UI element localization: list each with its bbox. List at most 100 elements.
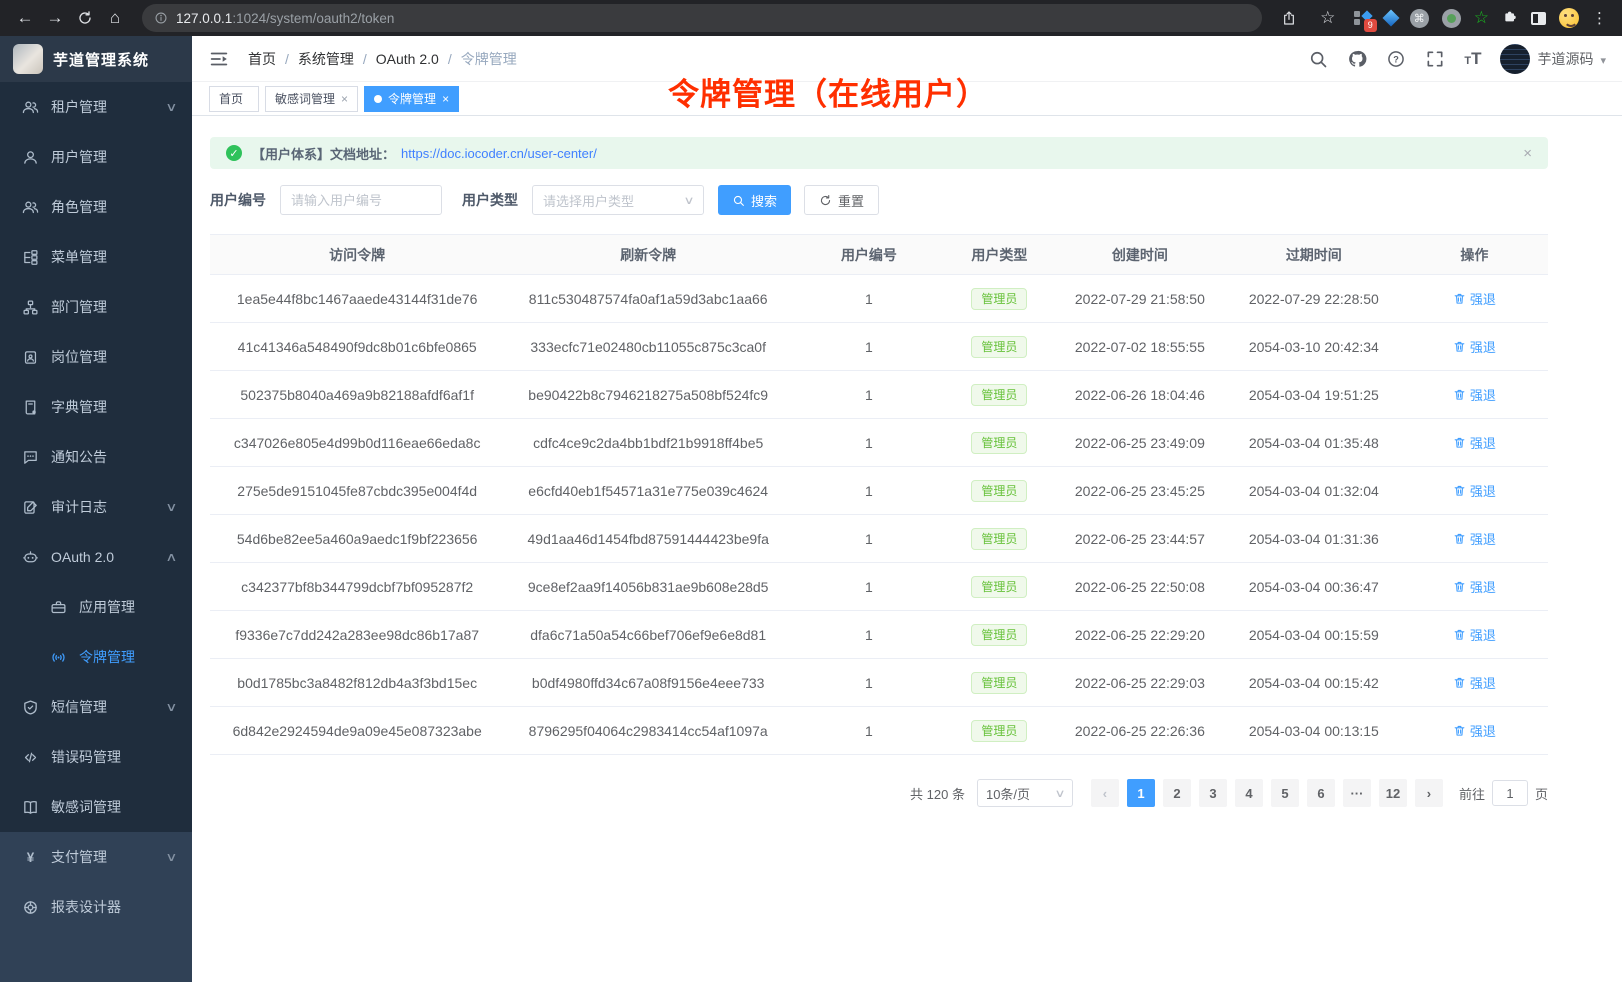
force-logout-button[interactable]: 强退 bbox=[1453, 289, 1496, 308]
search-button[interactable]: 搜索 bbox=[718, 185, 791, 215]
breadcrumb-item[interactable]: 首页 bbox=[248, 49, 276, 69]
sidebar-item-org[interactable]: 部门管理 bbox=[0, 282, 192, 332]
extension-diamond-icon[interactable] bbox=[1382, 10, 1399, 27]
search-icon[interactable] bbox=[1308, 49, 1328, 69]
force-logout-button[interactable]: 强退 bbox=[1453, 721, 1496, 740]
page-button-2[interactable]: 2 bbox=[1163, 779, 1191, 807]
user-avatar[interactable] bbox=[1500, 44, 1530, 74]
sidebar-item-oauth[interactable]: OAuth 2.0 ∧ bbox=[0, 532, 192, 582]
view-tab[interactable]: 令牌管理 × bbox=[364, 86, 459, 112]
app-logo[interactable]: 芋道管理系统 bbox=[0, 36, 192, 82]
col-refresh-token: 刷新令牌 bbox=[504, 235, 792, 275]
forward-icon[interactable]: → bbox=[42, 5, 68, 31]
sidebar-item-user[interactable]: 用户管理 bbox=[0, 132, 192, 182]
extension-record-icon[interactable] bbox=[1442, 9, 1461, 28]
sidebar-item-app[interactable]: 应用管理 bbox=[0, 582, 192, 632]
extension-command-icon[interactable]: ⌘ bbox=[1410, 9, 1429, 28]
trash-icon bbox=[1453, 436, 1466, 449]
sidebar-item-audit-log[interactable]: 审计日志 ∨ bbox=[0, 482, 192, 532]
page-button-3[interactable]: 3 bbox=[1199, 779, 1227, 807]
sidebar-item-token[interactable]: 令牌管理 bbox=[0, 632, 192, 682]
url-text: 127.0.0.1:1024/system/oauth2/token bbox=[176, 11, 394, 26]
sidebar-item-dictionary[interactable]: 字典管理 bbox=[0, 382, 192, 432]
share-icon[interactable] bbox=[1276, 5, 1302, 31]
sidebar-item-sensitive-word[interactable]: 敏感词管理 bbox=[0, 782, 192, 832]
token-table: 访问令牌 刷新令牌 用户编号 用户类型 创建时间 过期时间 操作 1ea5e44… bbox=[210, 234, 1548, 755]
force-logout-button[interactable]: 强退 bbox=[1453, 385, 1496, 404]
tab-close-icon[interactable]: × bbox=[341, 92, 348, 106]
sidebar-item-pay[interactable]: 支付管理 ∨ bbox=[0, 832, 192, 882]
doc-alert: ✓ 【用户体系】文档地址： https://doc.iocoder.cn/use… bbox=[210, 137, 1548, 169]
page-button-12[interactable]: 12 bbox=[1379, 779, 1407, 807]
sidebar-item-sms[interactable]: 短信管理 ∨ bbox=[0, 682, 192, 732]
sidebar-item-label: 错误码管理 bbox=[51, 747, 121, 767]
sidebar-item-tree[interactable]: 菜单管理 bbox=[0, 232, 192, 282]
github-icon[interactable] bbox=[1347, 49, 1367, 69]
sidebar-item-message[interactable]: 通知公告 bbox=[0, 432, 192, 482]
page-button-5[interactable]: 5 bbox=[1271, 779, 1299, 807]
col-user-id: 用户编号 bbox=[792, 235, 946, 275]
doc-link[interactable]: https://doc.iocoder.cn/user-center/ bbox=[401, 146, 597, 161]
sidebar-item-label: 通知公告 bbox=[51, 447, 107, 467]
breadcrumb-item[interactable]: 系统管理 bbox=[298, 49, 354, 69]
user-id-input[interactable] bbox=[280, 185, 442, 215]
force-logout-button[interactable]: 强退 bbox=[1453, 577, 1496, 596]
sidebar-item-report[interactable]: 报表设计器 bbox=[0, 882, 192, 932]
page-button-4[interactable]: 4 bbox=[1235, 779, 1263, 807]
browser-chrome: ← → ⌂ 127.0.0.1:1024/system/oauth2/token… bbox=[0, 0, 1622, 36]
user-id-label: 用户编号 bbox=[210, 190, 266, 210]
user-dropdown[interactable]: 芋道源码 ▾ bbox=[1500, 44, 1606, 74]
table-row: b0d1785bc3a8482f812db4a3f3bd15ec b0df498… bbox=[210, 659, 1548, 707]
reload-icon[interactable] bbox=[72, 5, 98, 31]
view-tab[interactable]: 敏感词管理 × bbox=[265, 86, 358, 112]
cell-expire-time: 2054-03-04 00:13:15 bbox=[1227, 707, 1401, 755]
trash-icon bbox=[1453, 484, 1466, 497]
force-logout-button[interactable]: 强退 bbox=[1453, 673, 1496, 692]
cell-expire-time: 2054-03-10 20:42:34 bbox=[1227, 323, 1401, 371]
cell-refresh-token: e6cfd40eb1f54571a31e775e039c4624 bbox=[504, 467, 792, 515]
sidebar-item-error-code[interactable]: 错误码管理 bbox=[0, 732, 192, 782]
reset-button[interactable]: 重置 bbox=[804, 185, 879, 215]
help-icon[interactable] bbox=[1386, 49, 1406, 69]
bookmark-star-icon[interactable]: ☆ bbox=[1315, 5, 1341, 31]
force-logout-button[interactable]: 强退 bbox=[1453, 625, 1496, 644]
extension-star-icon[interactable]: ☆ bbox=[1474, 8, 1489, 28]
font-size-icon[interactable]: TT bbox=[1464, 49, 1481, 69]
sidebar-item-users[interactable]: 租户管理 ∨ bbox=[0, 82, 192, 132]
force-logout-button[interactable]: 强退 bbox=[1453, 481, 1496, 500]
sidebar-item-id-badge[interactable]: 岗位管理 bbox=[0, 332, 192, 382]
breadcrumb-item[interactable]: OAuth 2.0 bbox=[376, 51, 439, 67]
goto-page-input[interactable] bbox=[1492, 780, 1528, 806]
page-button-6[interactable]: 6 bbox=[1307, 779, 1335, 807]
success-check-icon: ✓ bbox=[226, 145, 242, 161]
address-bar[interactable]: 127.0.0.1:1024/system/oauth2/token bbox=[142, 4, 1262, 32]
sidebar-item-users[interactable]: 角色管理 bbox=[0, 182, 192, 232]
page-size-select[interactable]: 10条/页 ∨ bbox=[977, 779, 1073, 807]
prev-page-button[interactable]: ‹ bbox=[1091, 779, 1119, 807]
force-logout-button[interactable]: 强退 bbox=[1453, 337, 1496, 356]
browser-menu-icon[interactable]: ⋮ bbox=[1592, 9, 1608, 27]
profile-avatar-icon[interactable] bbox=[1559, 8, 1579, 28]
view-tab[interactable]: 首页 bbox=[209, 86, 259, 112]
side-panel-icon[interactable] bbox=[1531, 12, 1546, 25]
extension-badge: 9 bbox=[1364, 19, 1377, 32]
page-ellipsis[interactable]: ··· bbox=[1343, 779, 1371, 807]
table-row: f9336e7c7dd242a283ee98dc86b17a87 dfa6c71… bbox=[210, 611, 1548, 659]
annotation-overlay: 令牌管理（在线用户） bbox=[668, 69, 988, 114]
extensions-puzzle-icon[interactable] bbox=[1502, 8, 1518, 29]
force-logout-button[interactable]: 强退 bbox=[1453, 529, 1496, 548]
command-glyph: ⌘ bbox=[1414, 12, 1425, 25]
alert-close-icon[interactable]: × bbox=[1523, 145, 1532, 162]
back-icon[interactable]: ← bbox=[12, 5, 38, 31]
extension-grid-icon[interactable]: 9 bbox=[1354, 10, 1372, 26]
site-info-icon[interactable] bbox=[154, 11, 168, 25]
home-icon[interactable]: ⌂ bbox=[102, 5, 128, 31]
page-button-1[interactable]: 1 bbox=[1127, 779, 1155, 807]
tab-close-icon[interactable]: × bbox=[442, 92, 449, 106]
user-type-select[interactable]: 请选择用户类型 ∨ bbox=[532, 185, 704, 215]
next-page-button[interactable]: › bbox=[1415, 779, 1443, 807]
force-logout-button[interactable]: 强退 bbox=[1453, 433, 1496, 452]
url-path: :1024/system/oauth2/token bbox=[232, 11, 394, 26]
sidebar-toggle-icon[interactable] bbox=[208, 48, 230, 70]
fullscreen-icon[interactable] bbox=[1425, 49, 1445, 69]
